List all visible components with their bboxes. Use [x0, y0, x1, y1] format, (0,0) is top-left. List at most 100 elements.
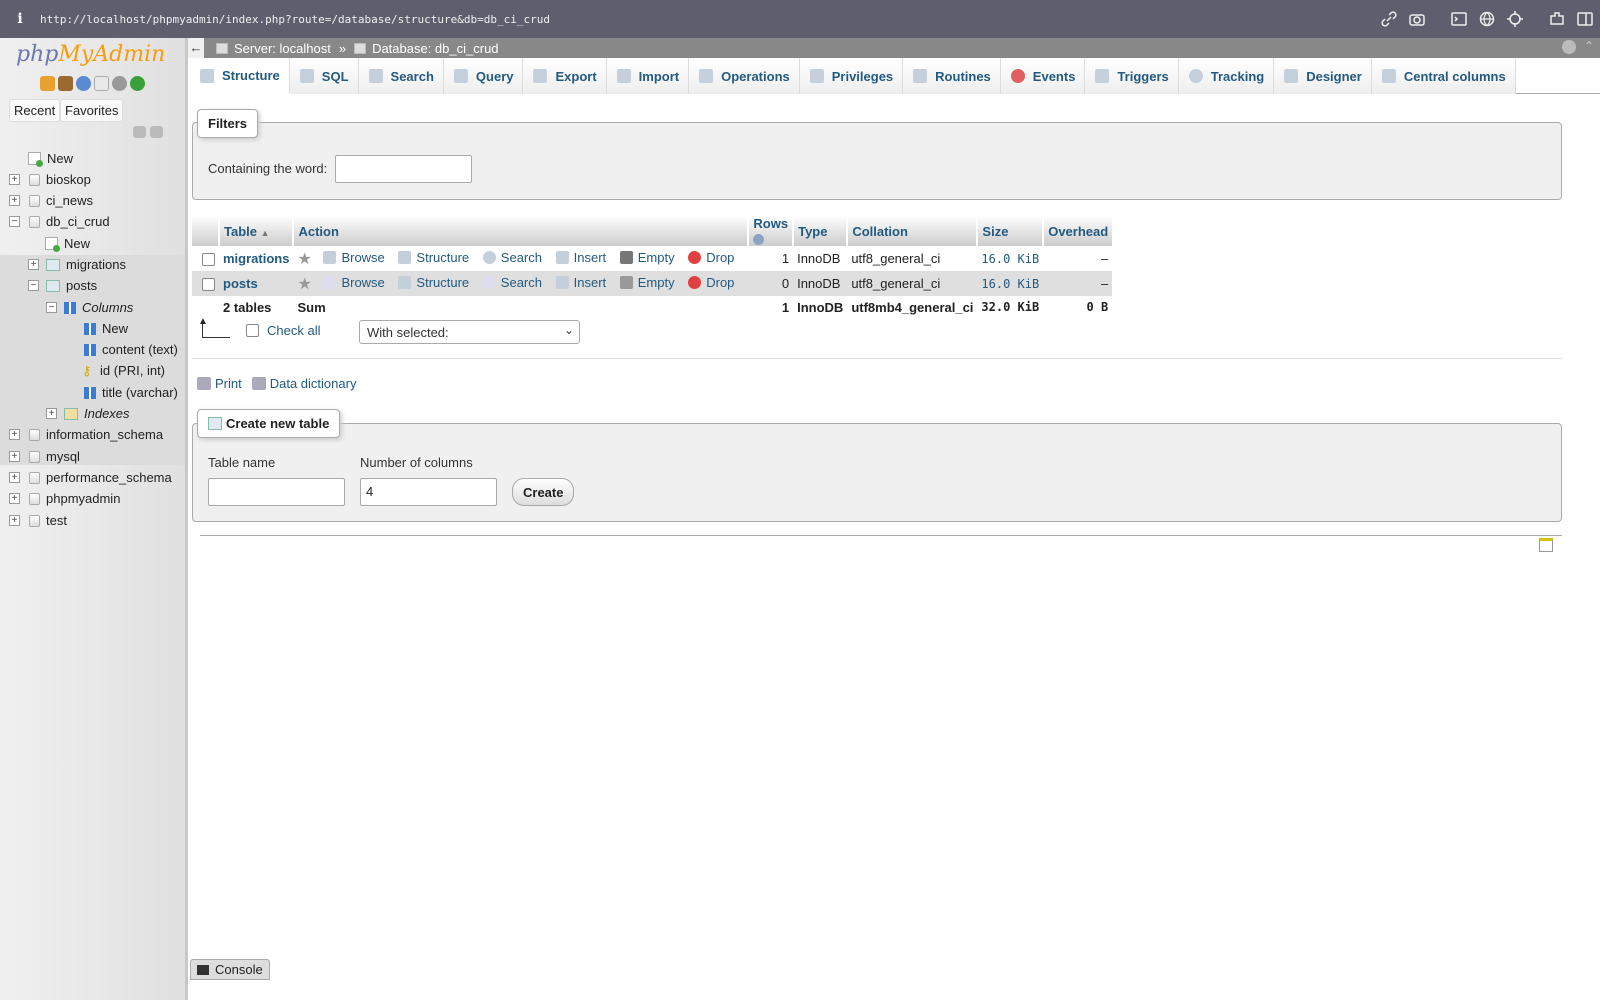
tab-query[interactable]: Query: [443, 58, 524, 94]
expand-icon[interactable]: +: [9, 174, 20, 185]
terminal-icon[interactable]: [1450, 10, 1468, 28]
expand-icon[interactable]: +: [9, 429, 20, 440]
settings-icon[interactable]: [112, 76, 127, 91]
size-header[interactable]: Size: [977, 216, 1045, 246]
expand-icon[interactable]: +: [9, 493, 20, 504]
link-with-main-icon[interactable]: [150, 126, 163, 138]
create-button[interactable]: Create: [512, 478, 575, 506]
breadcrumb-database[interactable]: Database: db_ci_crud: [354, 41, 499, 56]
tree-item-new[interactable]: New: [28, 148, 73, 169]
expand-icon[interactable]: +: [9, 451, 20, 462]
insert-action[interactable]: Insert: [555, 250, 606, 265]
back-arrow-icon[interactable]: ←: [188, 38, 204, 58]
tree-item-mysql[interactable]: + mysql: [9, 446, 80, 467]
browse-action[interactable]: Browse: [323, 275, 385, 290]
extension-icon[interactable]: [1548, 10, 1566, 28]
docs-icon[interactable]: [94, 76, 109, 91]
table-name-link[interactable]: migrations: [223, 251, 289, 266]
tab-central-columns[interactable]: Central columns: [1371, 58, 1516, 94]
tab-routines[interactable]: Routines: [903, 58, 1001, 94]
table-name-link[interactable]: posts: [223, 276, 258, 291]
tree-item-information-schema[interactable]: + information_schema: [9, 424, 163, 445]
tree-item-test[interactable]: + test: [9, 510, 67, 531]
drop-action[interactable]: Drop: [688, 275, 734, 290]
tree-item-indexes[interactable]: + Indexes: [46, 403, 130, 424]
help-icon[interactable]: [753, 234, 765, 246]
collapse-menu-icon[interactable]: ⌃: [1584, 39, 1594, 53]
size-link[interactable]: 16.0 KiB: [981, 277, 1039, 291]
row-checkbox[interactable]: [202, 253, 215, 267]
size-link[interactable]: 16.0 KiB: [981, 252, 1039, 266]
expand-icon[interactable]: +: [28, 259, 39, 270]
expand-icon[interactable]: +: [9, 515, 20, 526]
tree-item-posts[interactable]: − posts: [28, 275, 97, 296]
tree-item-bioskop[interactable]: + bioskop: [9, 169, 91, 190]
tab-sql[interactable]: SQL: [289, 58, 359, 94]
breadcrumb-server[interactable]: Server: localhost: [216, 41, 331, 56]
table-name-header[interactable]: Table ▲: [219, 216, 295, 246]
tab-structure[interactable]: Structure: [190, 58, 290, 94]
expand-icon[interactable]: +: [9, 472, 20, 483]
with-selected-select[interactable]: With selected: ⌄: [359, 320, 580, 344]
reload-icon[interactable]: [130, 76, 145, 91]
tab-designer[interactable]: Designer: [1274, 58, 1372, 94]
data-dictionary-link[interactable]: Data dictionary: [270, 376, 357, 391]
tab-tracking[interactable]: Tracking: [1178, 58, 1275, 94]
tab-privileges[interactable]: Privileges: [799, 58, 904, 94]
favorite-star-icon[interactable]: ★: [297, 274, 311, 294]
logout-icon[interactable]: [58, 76, 73, 91]
console-tab[interactable]: Console: [190, 959, 270, 980]
notes-icon[interactable]: [1539, 538, 1553, 552]
tree-item-col-new[interactable]: New: [84, 318, 128, 339]
check-all-checkbox[interactable]: [246, 323, 259, 337]
search-action[interactable]: Search: [482, 250, 542, 265]
tab-triggers[interactable]: Triggers: [1085, 58, 1179, 94]
collapse-icon[interactable]: −: [9, 216, 20, 227]
structure-action[interactable]: Structure: [398, 250, 469, 265]
tree-item-performance-schema[interactable]: + performance_schema: [9, 467, 172, 488]
tree-item-db-ci-crud[interactable]: − db_ci_crud: [9, 211, 110, 232]
phpmyadmin-logo[interactable]: phpMyAdmin: [16, 42, 165, 67]
recent-button[interactable]: Recent: [9, 99, 61, 122]
type-header[interactable]: Type: [793, 216, 849, 246]
sidebar-icon[interactable]: [1576, 10, 1594, 28]
favorite-star-icon[interactable]: ★: [297, 249, 311, 269]
collapse-icon[interactable]: −: [46, 302, 57, 313]
table-name-input[interactable]: [208, 478, 345, 506]
tab-import[interactable]: Import: [606, 58, 690, 94]
home-icon[interactable]: [40, 76, 55, 91]
drop-action[interactable]: Drop: [688, 250, 734, 265]
search-action[interactable]: Search: [482, 275, 542, 290]
empty-action[interactable]: Empty: [619, 250, 675, 265]
structure-action[interactable]: Structure: [398, 275, 469, 290]
camera-icon[interactable]: [1408, 10, 1426, 28]
favorites-button[interactable]: Favorites: [60, 99, 124, 122]
tree-item-col-id[interactable]: ⚷ id (PRI, int): [82, 360, 165, 381]
tab-events[interactable]: Events: [1000, 58, 1086, 94]
page-settings-icon[interactable]: [1562, 40, 1576, 54]
tree-item-migrations[interactable]: + migrations: [28, 254, 126, 275]
link-icon[interactable]: [1380, 10, 1398, 28]
tree-item-col-title[interactable]: title (varchar): [84, 382, 178, 403]
help-icon[interactable]: [76, 76, 91, 91]
tab-operations[interactable]: Operations: [689, 58, 800, 94]
collapse-all-icon[interactable]: [133, 126, 146, 138]
filter-word-input[interactable]: [335, 155, 472, 183]
tree-item-col-content[interactable]: content (text): [84, 339, 178, 360]
tree-item-columns[interactable]: − Columns: [46, 297, 133, 318]
tree-item-db-new[interactable]: New: [45, 233, 90, 254]
number-of-columns-input[interactable]: 4: [360, 478, 497, 506]
crosshair-icon[interactable]: [1506, 10, 1524, 28]
tree-item-ci-news[interactable]: + ci_news: [9, 190, 93, 211]
collapse-icon[interactable]: −: [28, 280, 39, 291]
print-link[interactable]: Print: [215, 376, 242, 391]
empty-action[interactable]: Empty: [619, 275, 675, 290]
rows-header[interactable]: Rows: [748, 216, 795, 246]
tab-export[interactable]: Export: [523, 58, 607, 94]
insert-action[interactable]: Insert: [555, 275, 606, 290]
globe-icon[interactable]: [1478, 10, 1496, 28]
tree-item-phpmyadmin[interactable]: + phpmyadmin: [9, 488, 120, 509]
row-checkbox[interactable]: [202, 278, 215, 292]
address-bar[interactable]: http://localhost/phpmyadmin/index.php?ro…: [40, 13, 550, 26]
tab-search[interactable]: Search: [358, 58, 444, 94]
